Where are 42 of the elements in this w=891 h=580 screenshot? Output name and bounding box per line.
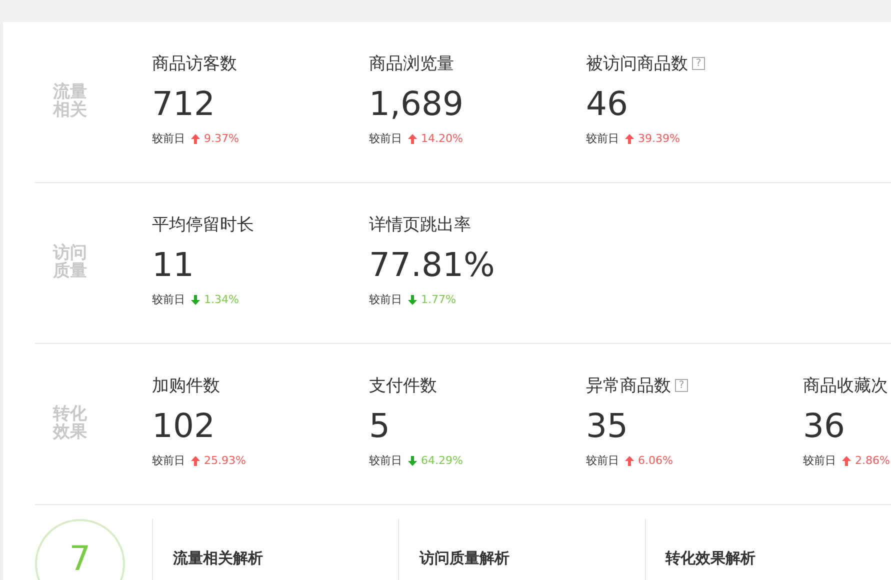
metric-value: 1,689 [369, 84, 464, 124]
compare-label: 较前日 [152, 131, 185, 148]
metric-title: 异常商品数 [586, 376, 671, 396]
compare-label: 较前日 [369, 292, 402, 308]
metric-title: 被访问商品数 [586, 54, 688, 74]
metric-value: 5 [369, 406, 391, 446]
compare-label: 较前日 [369, 453, 402, 470]
compare-label: 较前日 [586, 453, 619, 470]
metric-value: 35 [586, 406, 629, 446]
change-value: 1.34% [204, 292, 239, 308]
change-value: 39.39% [638, 131, 680, 148]
help-icon[interactable]: ? [692, 57, 705, 70]
compare-label: 较前日 [803, 453, 836, 470]
metric-title: 详情页跳出率 [369, 215, 471, 235]
metric-title: 商品浏览量 [369, 54, 454, 74]
metric-title: 支付件数 [369, 376, 437, 396]
change-value: 14.20% [421, 131, 463, 148]
change-value: 9.37% [204, 131, 239, 148]
change-value: 1.77% [421, 292, 456, 308]
change-value: 25.93% [204, 453, 246, 470]
metric-value: 46 [586, 84, 629, 124]
analysis-heading: 访问质量解析 [419, 548, 510, 569]
change-value: 64.29% [421, 453, 463, 470]
analysis-heading: 流量相关解析 [173, 548, 264, 569]
analysis-heading: 转化效果解析 [666, 548, 757, 569]
metric-value: 102 [152, 406, 216, 446]
metric-title: 商品访客数 [152, 54, 237, 74]
metric-title: 加购件数 [152, 376, 220, 396]
compare-label: 较前日 [152, 292, 185, 308]
change-value: 2.86% [855, 453, 890, 470]
compare-label: 较前日 [586, 131, 619, 148]
change-value: 6.06% [638, 453, 673, 470]
metric-value: 36 [803, 406, 846, 446]
metric-title: 平均停留时长 [152, 215, 254, 235]
help-icon[interactable]: ? [675, 379, 688, 392]
metric-value: 77.81% [369, 244, 496, 284]
metric-value: 712 [152, 84, 216, 124]
metric-value: 11 [152, 244, 195, 284]
score-value: 7 [69, 541, 91, 580]
compare-label: 较前日 [152, 453, 185, 470]
metric-title: 商品收藏次 [803, 376, 888, 396]
compare-label: 较前日 [369, 131, 402, 148]
